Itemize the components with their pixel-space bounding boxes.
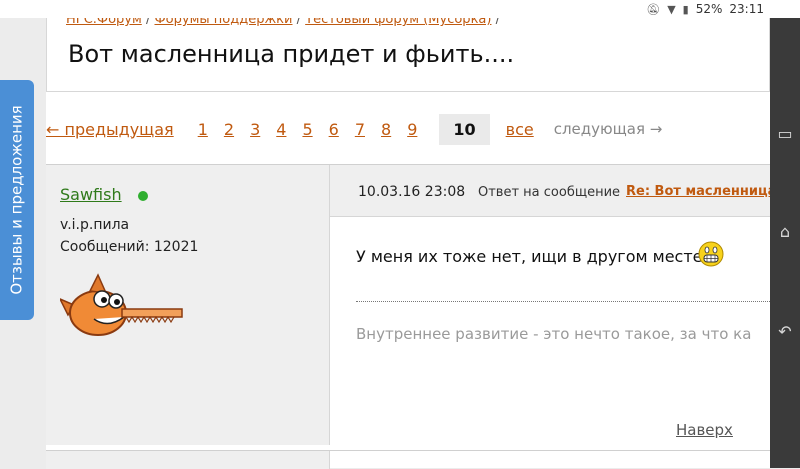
clock: 23:11 (729, 2, 764, 16)
back-to-top-link[interactable]: Наверх (676, 421, 733, 439)
page-link-3[interactable]: 3 (250, 120, 260, 139)
back-icon[interactable]: ↶ (770, 322, 800, 341)
page-link-9[interactable]: 9 (407, 120, 417, 139)
status-bar: 🔕︎ ▼ ▮ 52% 23:11 (0, 0, 800, 18)
author-name[interactable]: Sawfish (60, 185, 122, 204)
topic-title: Вот масленница придет и фьить.... (68, 40, 515, 68)
reply-label: Ответ на сообщение (478, 185, 621, 200)
all-pages-link[interactable]: все (506, 120, 534, 139)
author-rank: v.i.p.пила (60, 217, 130, 233)
forum-page: НГС.Форум / Форумы поддержки / Тестовый … (46, 0, 770, 469)
silent-mode-icon: 🔕︎ (646, 2, 661, 16)
wifi-icon: ▼ (667, 2, 676, 16)
feedback-tab[interactable]: Отзывы и предложения (0, 80, 34, 320)
signal-icon: ▮ (682, 2, 689, 16)
system-nav-bar: ▭ ⌂ ↶ (770, 18, 800, 468)
page-link-8[interactable]: 8 (381, 120, 391, 139)
post-signature: Внутреннее развитие - это нечто такое, з… (356, 325, 752, 343)
home-icon[interactable]: ⌂ (770, 222, 800, 241)
post-author-panel: Sawfish v.i.p.пила Сообщений: 12021 (46, 165, 330, 445)
forum-post: Sawfish v.i.p.пила Сообщений: 12021 10.0… (46, 164, 770, 445)
sawfish-avatar (60, 273, 183, 336)
next-post-edge (46, 450, 770, 469)
page-link-5[interactable]: 5 (302, 120, 312, 139)
battery-level: 52% (695, 2, 723, 16)
page-link-7[interactable]: 7 (355, 120, 365, 139)
recent-apps-icon[interactable]: ▭ (770, 124, 800, 143)
feedback-tab-label: Отзывы и предложения (8, 105, 27, 295)
reply-to-link[interactable]: Re: Вот масленница (626, 184, 770, 199)
page-link-6[interactable]: 6 (329, 120, 339, 139)
post-header: 10.03.16 23:08 Ответ на сообщение Re: Во… (330, 165, 770, 217)
current-page: 10 (439, 113, 490, 145)
next-page-label: следующая → (553, 120, 663, 138)
page-link-2[interactable]: 2 (224, 120, 234, 139)
pagination: ← предыдущая 1 2 3 4 5 6 7 8 9 10 все сл… (46, 112, 662, 146)
signature-divider (356, 301, 770, 302)
prev-page-link[interactable]: ← предыдущая (46, 120, 174, 139)
post-text: У меня их тоже нет, ищи в другом месте (356, 247, 703, 266)
page-link-1[interactable]: 1 (198, 120, 208, 139)
online-status-icon (138, 191, 148, 201)
grin-smiley-icon (698, 241, 724, 267)
post-date: 10.03.16 23:08 (358, 184, 466, 200)
author-message-count: Сообщений: 12021 (60, 239, 199, 255)
page-link-4[interactable]: 4 (276, 120, 286, 139)
